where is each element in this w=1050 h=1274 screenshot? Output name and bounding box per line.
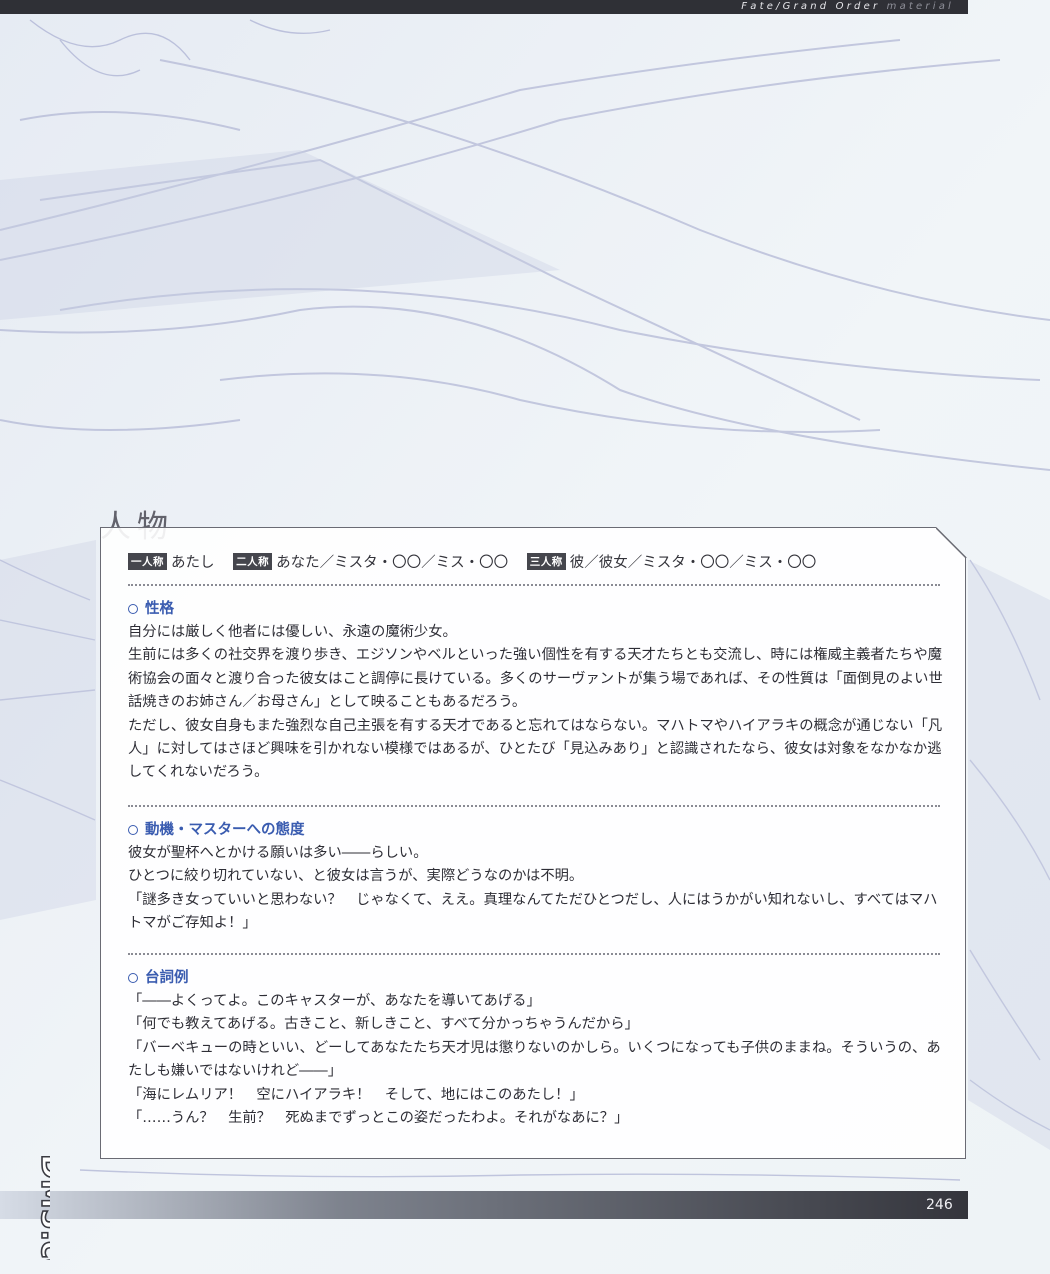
- paragraph: ただし、彼女自身もまた強烈な自己主張を有する天才であると忘れてはならない。マハト…: [128, 717, 943, 781]
- dotted-divider: [128, 584, 940, 586]
- dotted-divider: [128, 805, 940, 807]
- quote-line: 「海にレムリア！ 空にハイアラキ！ そして、地にはこのあたし！」: [128, 1086, 584, 1103]
- pronoun-value: 彼／彼女／ミスタ・〇〇／ミス・〇〇: [569, 555, 817, 571]
- section-heading-text: 台詞例: [145, 970, 189, 986]
- circle-bullet-icon: [128, 825, 138, 835]
- header-book-title: Fate/Grand Order material: [741, 0, 954, 14]
- pronoun-second-person: 二人称 あなた／ミスタ・〇〇／ミス・〇〇: [233, 555, 508, 571]
- section-heading-text: 性格: [145, 601, 174, 617]
- panel-corner-cut: [936, 527, 967, 558]
- pronoun-row: 一人称 あたし 二人称 あなた／ミスタ・〇〇／ミス・〇〇 三人称 彼／彼女／ミスタ・〇…: [128, 551, 830, 572]
- pronoun-badge: 一人称: [128, 553, 167, 570]
- paragraph: 自分には厳しく他者には優しい、永遠の魔術少女。: [128, 624, 457, 640]
- section-quotes: 台詞例 「――よくってよ。このキャスターが、あなたを導いてあげる」 「何でも教え…: [128, 967, 946, 1130]
- circle-bullet-icon: [128, 973, 138, 983]
- pronoun-first-person: 一人称 あたし: [128, 555, 215, 571]
- section-heading: 性格: [128, 598, 946, 621]
- pronoun-badge: 二人称: [233, 553, 272, 570]
- header-title-sub: material: [886, 1, 954, 12]
- circle-bullet-icon: [128, 604, 138, 614]
- header-title-main: Fate/Grand Order: [741, 1, 881, 12]
- section-personality: 性格 自分には厳しく他者には優しい、永遠の魔術少女。 生前には多くの社交界を渡り…: [128, 598, 946, 785]
- pronoun-value: あなた／ミスタ・〇〇／ミス・〇〇: [276, 555, 509, 571]
- dotted-divider: [128, 953, 940, 955]
- pronoun-third-person: 三人称 彼／彼女／ミスタ・〇〇／ミス・〇〇: [527, 555, 817, 571]
- watermark-text: DM5.com: [34, 1154, 50, 1260]
- pronoun-badge: 三人称: [527, 553, 566, 570]
- profile-panel: 一人称 あたし 二人称 あなた／ミスタ・〇〇／ミス・〇〇 三人称 彼／彼女／ミスタ・〇…: [100, 527, 966, 1159]
- quote-line: 「……うん？ 生前？ 死ぬまでずっとこの姿だったわよ。それがなあに？」: [128, 1110, 629, 1127]
- paragraph: 生前には多くの社交界を渡り歩き、エジソンやベルといった強い個性を有する天才たちと…: [128, 647, 943, 711]
- quote-line: 「――よくってよ。このキャスターが、あなたを導いてあげる」: [128, 993, 541, 1009]
- paragraph: 「謎多き女っていいと思わない？ じゃなくて、ええ。真理なんてただひとつだし、人に…: [128, 891, 938, 932]
- paragraph: ひとつに絞り切れていない、と彼女は言うが、実際どうなのかは不明。: [128, 868, 584, 885]
- dm5-logo-watermark: DM5.com: [33, 1153, 50, 1260]
- page-footer-bar: [0, 1191, 968, 1219]
- section-motivation: 動機・マスターへの態度 彼女が聖杯へとかける願いは多い――らしい。 ひとつに絞り…: [128, 819, 946, 936]
- page-number: 246: [926, 1197, 953, 1213]
- section-heading-text: 動機・マスターへの態度: [145, 822, 305, 838]
- quote-line: 「何でも教えてあげる。古きこと、新しきこと、すべて分かっちゃうんだから」: [128, 1016, 639, 1033]
- quote-line: 「バーベキューの時といい、どーしてあなたたち天才児は懲りないのかしら。いくつにな…: [128, 1039, 941, 1080]
- section-heading: 台詞例: [128, 967, 946, 990]
- paragraph: 彼女が聖杯へとかける願いは多い――らしい。: [128, 845, 428, 861]
- section-heading: 動機・マスターへの態度: [128, 819, 946, 842]
- pronoun-value: あたし: [171, 555, 215, 571]
